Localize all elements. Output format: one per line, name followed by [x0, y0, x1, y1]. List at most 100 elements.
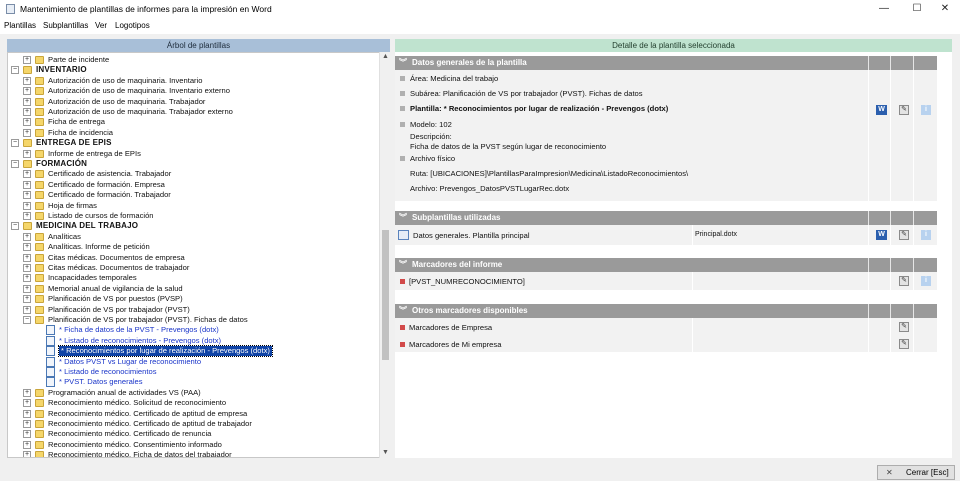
folder-icon: [35, 87, 44, 96]
expand-toggle-icon[interactable]: +: [23, 87, 31, 96]
bullet-icon: [400, 122, 405, 127]
expand-toggle-icon[interactable]: +: [23, 305, 31, 314]
subplantilla-row[interactable]: Datos generales. Plantilla principal Pri…: [395, 225, 937, 245]
tree-item-label: Listado de cursos de formación: [48, 211, 154, 220]
expand-toggle-icon[interactable]: +: [23, 409, 31, 418]
close-window-button[interactable]: ✕: [929, 0, 960, 18]
info-icon[interactable]: i: [921, 105, 931, 115]
otro-marcador-mi-empresa[interactable]: Marcadores de Mi empresa: [409, 340, 501, 349]
edit-icon[interactable]: ✎: [899, 339, 909, 349]
folder-icon: [35, 399, 44, 408]
edit-icon[interactable]: ✎: [899, 322, 909, 332]
tree-item-label: Memorial anual de vigilancia de la salud: [48, 283, 183, 293]
expand-toggle-icon[interactable]: +: [23, 56, 31, 64]
tree-item-label: FORMACIÓN: [36, 159, 88, 168]
menu-logotipos[interactable]: Logotipos: [115, 21, 150, 30]
expand-toggle-icon[interactable]: +: [23, 430, 31, 439]
word-icon[interactable]: W: [876, 230, 887, 240]
expand-toggle-icon[interactable]: +: [23, 201, 31, 210]
section-datos-generales-header[interactable]: ︾ Datos generales de la plantilla: [395, 56, 937, 70]
collapse-toggle-icon[interactable]: −: [11, 66, 19, 75]
info-icon[interactable]: i: [921, 230, 931, 240]
collapse-toggle-icon[interactable]: −: [11, 139, 19, 148]
area-text: Área: Medicina del trabajo: [410, 74, 499, 83]
tree-item-label: Autorización de uso de maquinaria. Inven…: [48, 75, 203, 85]
collapse-icon[interactable]: ︾: [399, 258, 407, 272]
detail-panel: ︾ Datos generales de la plantilla Área: …: [395, 52, 952, 458]
tree-item-label: Certificado de formación. Trabajador: [48, 190, 171, 200]
expand-toggle-icon[interactable]: +: [23, 212, 31, 220]
bullet-icon: [400, 76, 405, 81]
document-icon: [46, 346, 55, 357]
expand-toggle-icon[interactable]: +: [23, 420, 31, 428]
expand-toggle-icon[interactable]: +: [23, 191, 31, 200]
expand-toggle-icon[interactable]: +: [23, 274, 31, 283]
document-icon: [46, 335, 55, 346]
cerrar-button[interactable]: ✕ Cerrar [Esc]: [877, 465, 955, 480]
expand-toggle-icon[interactable]: +: [23, 253, 31, 262]
edit-icon[interactable]: ✎: [899, 105, 909, 115]
collapse-toggle-icon[interactable]: −: [11, 160, 19, 168]
folder-icon: [35, 56, 44, 64]
section-marcadores-header[interactable]: ︾ Marcadores del informe: [395, 258, 937, 272]
expand-toggle-icon[interactable]: +: [23, 118, 31, 127]
expand-toggle-icon[interactable]: +: [23, 128, 31, 137]
collapse-icon[interactable]: ︾: [399, 304, 407, 318]
close-icon: ✕: [886, 468, 893, 477]
tree-scrollbar[interactable]: ▲ ▼: [379, 52, 390, 458]
expand-toggle-icon[interactable]: +: [23, 264, 31, 272]
folder-icon: [35, 264, 44, 272]
scroll-down-icon[interactable]: ▼: [380, 448, 391, 458]
status-bar: [0, 462, 960, 481]
expand-toggle-icon[interactable]: +: [23, 232, 31, 241]
expand-toggle-icon[interactable]: +: [23, 149, 31, 158]
collapse-icon[interactable]: ︾: [399, 211, 407, 225]
section-subplantillas-header[interactable]: ︾ Subplantillas utilizadas: [395, 211, 937, 225]
detail-panel-header: Detalle de la plantilla seleccionada: [395, 39, 952, 52]
section-otros-marcadores-header[interactable]: ︾ Otros marcadores disponibles: [395, 304, 937, 318]
tree-item-label: * Reconocimientos por lugar de realizaci…: [58, 345, 273, 358]
collapse-toggle-icon[interactable]: −: [23, 316, 31, 324]
tree-item-label: Reconocimiento médico. Ficha de datos de…: [48, 450, 232, 458]
expand-toggle-icon[interactable]: +: [23, 170, 31, 179]
folder-icon: [35, 149, 44, 158]
edit-icon[interactable]: ✎: [899, 276, 909, 286]
scroll-up-icon[interactable]: ▲: [380, 52, 391, 62]
template-tree[interactable]: + Parte de incidente − INVENTARIO + Autorizac…: [7, 52, 390, 458]
expand-toggle-icon[interactable]: +: [23, 440, 31, 449]
tree-item-label: Parte de incidente: [48, 55, 110, 64]
expand-toggle-icon[interactable]: +: [23, 284, 31, 293]
menu-subplantillas[interactable]: Subplantillas: [43, 21, 88, 30]
title-bar: Mantenimiento de plantillas de informes …: [0, 0, 960, 18]
expand-toggle-icon[interactable]: +: [23, 399, 31, 408]
expand-toggle-icon[interactable]: +: [23, 97, 31, 106]
expand-toggle-icon[interactable]: +: [23, 388, 31, 397]
collapse-toggle-icon[interactable]: −: [11, 222, 19, 231]
expand-toggle-icon[interactable]: +: [23, 243, 31, 252]
tree-item-label: * Datos PVST vs Lugar de reconocimiento: [59, 356, 202, 366]
expand-toggle-icon[interactable]: +: [23, 451, 31, 457]
otro-marcador-empresa[interactable]: Marcadores de Empresa: [409, 323, 492, 332]
info-icon[interactable]: i: [921, 276, 931, 286]
expand-toggle-icon[interactable]: +: [23, 108, 31, 116]
folder-icon: [35, 295, 44, 304]
menu-ver[interactable]: Ver: [95, 21, 107, 30]
word-icon[interactable]: W: [876, 105, 887, 115]
subplantilla-file: Principal.dotx: [695, 231, 738, 238]
folder-icon: [23, 139, 32, 148]
minimize-button[interactable]: —: [868, 0, 900, 18]
tree-item-label: Reconocimiento médico. Solicitud de reco…: [48, 398, 227, 408]
tree-item-label: Ficha de incidencia: [48, 127, 114, 137]
expand-toggle-icon[interactable]: +: [23, 180, 31, 189]
menu-plantillas[interactable]: Plantillas: [4, 21, 36, 30]
expand-toggle-icon[interactable]: +: [23, 76, 31, 85]
expand-toggle-icon[interactable]: +: [23, 295, 31, 304]
collapse-icon[interactable]: ︾: [399, 56, 407, 70]
edit-icon[interactable]: ✎: [899, 230, 909, 240]
marcador-row[interactable]: [PVST_NUMRECONOCIMIENTO] ✎ i: [395, 272, 937, 290]
folder-icon: [35, 316, 44, 324]
scroll-thumb[interactable]: [382, 230, 389, 360]
ruta-text: Ruta: [UBICACIONES]\PlantillasParaImpres…: [410, 169, 689, 178]
marcador-text: [PVST_NUMRECONOCIMIENTO]: [409, 277, 525, 286]
tree-item-label: Planificación de VS por puestos (PVSP): [48, 294, 183, 304]
